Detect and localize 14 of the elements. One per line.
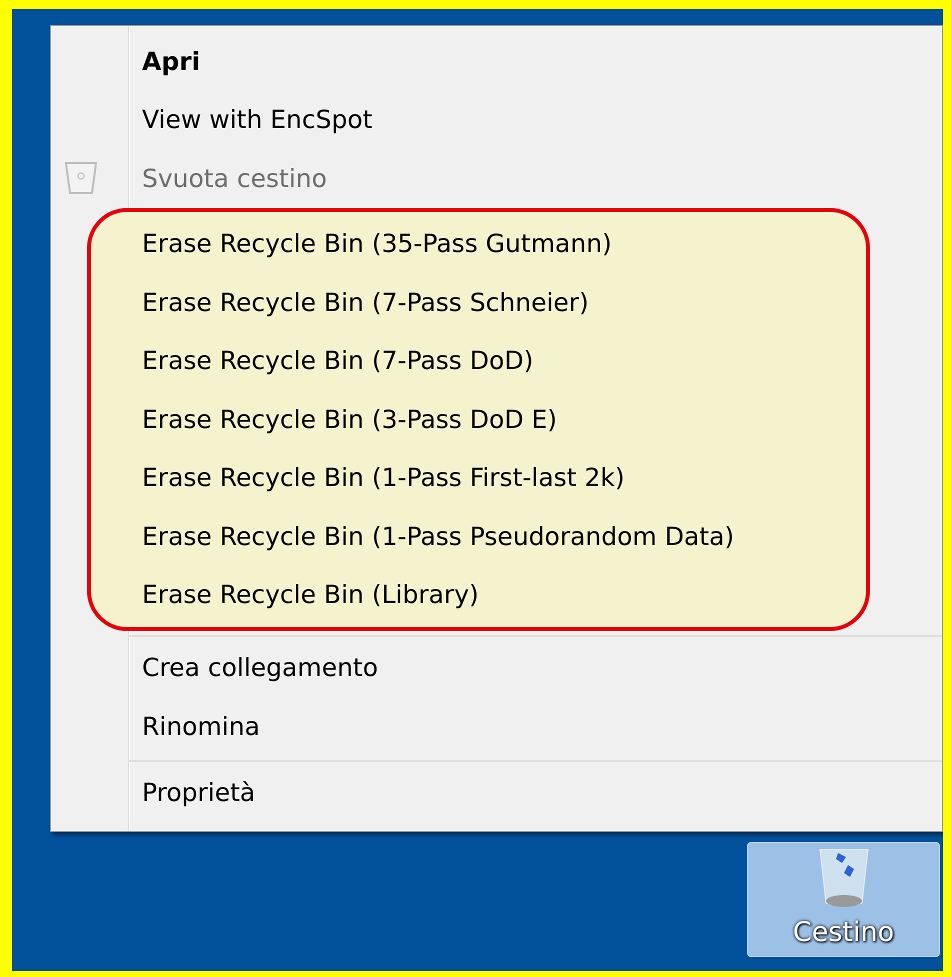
menu-item[interactable]: Crea collegamento [128, 635, 942, 698]
menu-item[interactable]: View with EncSpot [142, 90, 942, 149]
menu-item[interactable]: Proprietà [128, 760, 942, 822]
menu-item[interactable]: Erase Recycle Bin (7-Pass DoD) [142, 332, 866, 390]
menu-item[interactable]: Rinomina [142, 698, 942, 756]
menu-item[interactable]: Erase Recycle Bin (35-Pass Gutmann) [142, 214, 866, 273]
trash-icon [64, 160, 98, 196]
menu-item[interactable]: Erase Recycle Bin (1-Pass Pseudorandom Data) [142, 507, 866, 566]
menu-item[interactable]: Apri [142, 32, 942, 90]
icon-label: Cestino [792, 917, 894, 948]
menu-item[interactable]: Erase Recycle Bin (7-Pass Schneier) [142, 273, 866, 332]
menu-item[interactable]: Erase Recycle Bin (3-Pass DoD E) [142, 390, 866, 448]
menu-item[interactable]: Erase Recycle Bin (Library) [142, 566, 866, 624]
menu-item[interactable]: Erase Recycle Bin (1-Pass First-last 2k) [142, 448, 866, 507]
